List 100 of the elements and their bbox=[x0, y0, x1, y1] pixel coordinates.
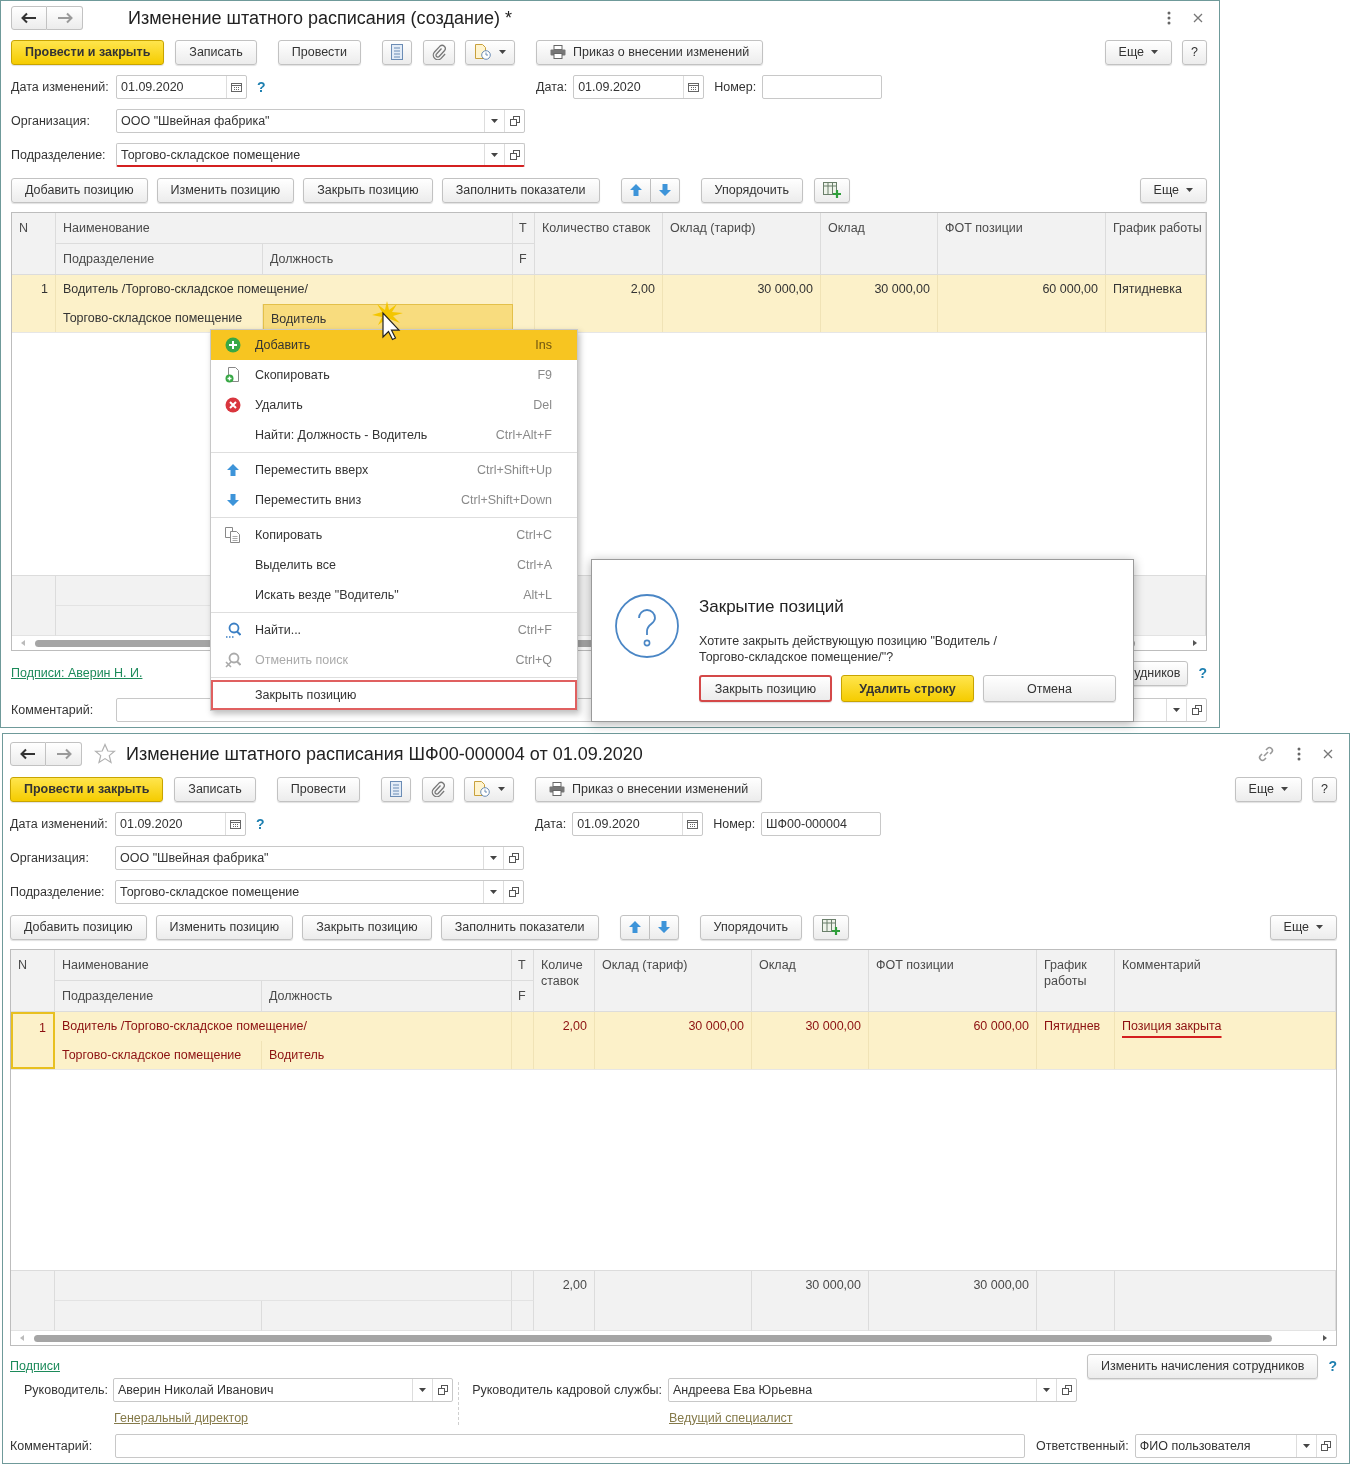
more-button[interactable]: Еще bbox=[1234, 776, 1303, 802]
dialog-button[interactable]: Закрыть позицию bbox=[699, 675, 832, 702]
new-window-icon[interactable] bbox=[1061, 1385, 1072, 1395]
new-window-icon[interactable] bbox=[509, 149, 520, 160]
help-button[interactable]: ? bbox=[1312, 776, 1337, 802]
date-field[interactable]: 01.09.2020 bbox=[115, 812, 246, 836]
dialog-button[interactable]: Удалить строку bbox=[841, 675, 974, 702]
menu-item[interactable]: Найти: Должность - Водитель Ctrl+Alt+F bbox=[211, 420, 577, 450]
dialog-button[interactable]: Отмена bbox=[983, 675, 1116, 702]
responsible-field[interactable]: ФИО пользователя bbox=[1134, 1434, 1337, 1458]
caret-icon[interactable] bbox=[491, 119, 498, 123]
close-icon[interactable] bbox=[1323, 749, 1333, 759]
save-button[interactable]: Записать bbox=[174, 776, 256, 802]
menu-item[interactable]: Искать везде "Водитель" Alt+L bbox=[211, 580, 577, 610]
date-field[interactable]: 01.09.2020 bbox=[116, 75, 247, 99]
sort-button[interactable]: Упорядочить bbox=[699, 914, 802, 940]
more-icon[interactable] bbox=[1167, 11, 1171, 25]
help-link[interactable]: ? bbox=[1198, 665, 1207, 681]
back-button[interactable] bbox=[10, 742, 46, 766]
new-window-icon[interactable] bbox=[437, 1385, 448, 1395]
caret-icon[interactable] bbox=[491, 152, 498, 157]
link-icon[interactable] bbox=[1257, 745, 1275, 763]
menu-item[interactable]: Добавить Ins bbox=[211, 330, 577, 360]
back-button[interactable] bbox=[11, 6, 47, 30]
close-icon[interactable] bbox=[1193, 13, 1203, 23]
sort-button[interactable]: Упорядочить bbox=[700, 177, 803, 203]
menu-item[interactable]: Закрыть позицию bbox=[211, 680, 577, 710]
signatures-link[interactable]: Подписи: Аверин Н. И. bbox=[11, 666, 143, 680]
date-field[interactable]: 01.09.2020 bbox=[572, 812, 704, 836]
table-row[interactable]: 1 Водитель /Торгово-складское помещение/ Торгово-складское помещение Водитель 2,00 30 000,00 30 000,00 60 000,00 Пятидневка bbox=[12, 275, 1206, 333]
help-link[interactable]: ? bbox=[257, 79, 266, 95]
number-field[interactable]: ШФ00-000004 bbox=[761, 812, 882, 836]
job-title-link[interactable]: Ведущий специалист bbox=[669, 1411, 793, 1425]
menu-item[interactable]: Переместить вверх Ctrl+Shift+Up bbox=[211, 455, 577, 485]
list-button[interactable] bbox=[382, 39, 413, 65]
date-field[interactable]: 01.09.2020 bbox=[573, 75, 705, 99]
new-window-icon[interactable] bbox=[1191, 705, 1202, 715]
new-window-icon[interactable] bbox=[508, 887, 519, 897]
help-link[interactable]: ? bbox=[1328, 1358, 1337, 1374]
menu-item[interactable]: Найти... Ctrl+F bbox=[211, 615, 577, 645]
move-up-button[interactable] bbox=[619, 914, 650, 940]
save-button[interactable]: Записать bbox=[175, 39, 257, 65]
number-field[interactable] bbox=[762, 75, 883, 99]
add-columns-button[interactable] bbox=[812, 914, 849, 940]
caret-icon[interactable] bbox=[1173, 708, 1180, 712]
table-action-button[interactable]: Заполнить показатели bbox=[441, 177, 600, 203]
department-field[interactable]: Торгово-складское помещение bbox=[116, 143, 525, 167]
accruals-button[interactable]: Изменить начисления сотрудников bbox=[1087, 1353, 1319, 1379]
attach-button[interactable] bbox=[422, 776, 455, 802]
table-action-button[interactable]: Изменить позицию bbox=[156, 177, 295, 203]
menu-item[interactable]: Скопировать F9 bbox=[211, 360, 577, 390]
job-title-link[interactable]: Генеральный директор bbox=[114, 1411, 249, 1425]
new-window-icon[interactable] bbox=[1321, 1441, 1332, 1451]
more-icon[interactable] bbox=[1297, 747, 1301, 761]
move-down-button[interactable] bbox=[649, 914, 679, 940]
person-field[interactable]: Аверин Николай Иванович bbox=[113, 1378, 453, 1402]
help-button[interactable]: ? bbox=[1182, 39, 1207, 65]
table-action-button[interactable]: Заполнить показатели bbox=[440, 914, 599, 940]
more-button[interactable]: Еще bbox=[1139, 177, 1207, 203]
more-button[interactable]: Еще bbox=[1104, 39, 1173, 65]
print-button[interactable]: Приказ о внесении изменений bbox=[535, 776, 763, 802]
list-button[interactable] bbox=[381, 776, 412, 802]
post-button[interactable]: Провести bbox=[276, 776, 361, 802]
menu-item[interactable]: Переместить вниз Ctrl+Shift+Down bbox=[211, 485, 577, 515]
caret-icon[interactable] bbox=[419, 1388, 426, 1392]
move-down-button[interactable] bbox=[650, 177, 680, 203]
caret-icon[interactable] bbox=[1043, 1388, 1050, 1392]
table-action-button[interactable]: Добавить позицию bbox=[11, 177, 148, 203]
new-window-icon[interactable] bbox=[509, 116, 520, 126]
table-action-button[interactable]: Закрыть позицию bbox=[302, 914, 432, 940]
add-columns-button[interactable] bbox=[813, 177, 850, 203]
table-action-button[interactable]: Закрыть позицию bbox=[303, 177, 433, 203]
calendar-icon[interactable] bbox=[687, 819, 699, 829]
department-field[interactable]: Торгово-складское помещение bbox=[115, 880, 524, 904]
table-row[interactable]: 1 Водитель /Торгово-складское помещение/ Торгово-складское помещение Водитель 2,00 30 000,00 30 000,00 60 000,00 Пятиднев Позиция закрыта bbox=[11, 1012, 1336, 1070]
person-field[interactable]: Андреева Ева Юрьевна bbox=[668, 1378, 1077, 1402]
post-button[interactable]: Провести bbox=[277, 39, 362, 65]
caret-icon[interactable] bbox=[490, 856, 497, 860]
more-button[interactable]: Еще bbox=[1269, 914, 1337, 940]
table-action-button[interactable]: Добавить позицию bbox=[10, 914, 147, 940]
calendar-icon[interactable] bbox=[688, 82, 700, 92]
signatures-link[interactable]: Подписи bbox=[10, 1359, 60, 1373]
organization-field[interactable]: ООО "Швейная фабрика" bbox=[116, 109, 525, 133]
menu-item[interactable]: Удалить Del bbox=[211, 390, 577, 420]
print-button[interactable]: Приказ о внесении изменений bbox=[536, 39, 764, 65]
table-action-button[interactable]: Изменить позицию bbox=[155, 914, 294, 940]
calendar-icon[interactable] bbox=[230, 819, 241, 829]
help-link[interactable]: ? bbox=[256, 816, 265, 832]
caret-icon[interactable] bbox=[490, 890, 497, 894]
caret-icon[interactable] bbox=[1302, 1444, 1310, 1448]
comment-field[interactable] bbox=[115, 1434, 1025, 1458]
star-icon[interactable] bbox=[94, 743, 116, 765]
organization-field[interactable]: ООО "Швейная фабрика" bbox=[115, 846, 524, 870]
post-and-close-button[interactable]: Провести и закрыть bbox=[11, 39, 165, 65]
move-up-button[interactable] bbox=[620, 177, 651, 203]
calendar-icon[interactable] bbox=[231, 82, 242, 92]
menu-item[interactable]: Выделить все Ctrl+A bbox=[211, 550, 577, 580]
menu-item[interactable]: Копировать Ctrl+C bbox=[211, 520, 577, 550]
attach-button[interactable] bbox=[423, 39, 456, 65]
new-window-icon[interactable] bbox=[508, 853, 519, 863]
